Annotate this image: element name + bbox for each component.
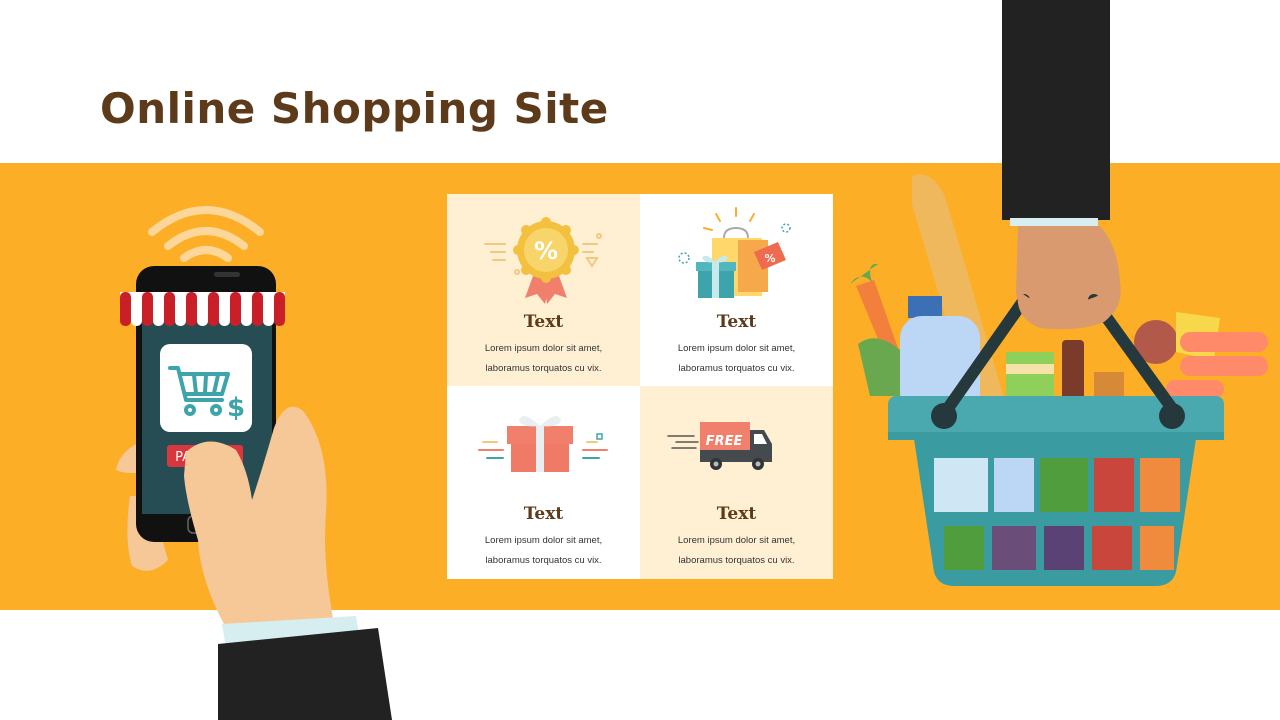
- sausage: [1180, 356, 1268, 376]
- discount-badge-icon: %: [484, 217, 602, 304]
- svg-text:%: %: [534, 237, 558, 265]
- suit-sleeve-top: [1002, 0, 1110, 220]
- feature-description: Lorem ipsum dolor sit amet, laboramus tor…: [484, 343, 603, 374]
- feature-description: Lorem ipsum dolor sit amet, laboramus tor…: [677, 343, 796, 374]
- feature-title: Text: [716, 504, 757, 524]
- feature-title: Text: [523, 504, 564, 524]
- feature-title: Text: [716, 312, 757, 332]
- feature-card-gift: Text Lorem ipsum dolor sit amet, laboramu…: [447, 386, 640, 579]
- shopping-bags-icon: %: [678, 207, 791, 298]
- sauce-bottle: [1062, 340, 1084, 404]
- svg-text:%: %: [764, 252, 775, 265]
- feature-title: Text: [523, 312, 564, 332]
- feature-card-shopping: % Text Lorem ipsum dolor sit amet, labora…: [640, 194, 833, 386]
- sausage: [1180, 332, 1268, 352]
- gift-box-icon: [478, 416, 608, 472]
- feature-card-delivery: FREE Text Lorem ipsum dolor sit amet, lab…: [640, 386, 833, 579]
- sausage: [1166, 380, 1224, 398]
- feature-description: Lorem ipsum dolor sit amet, laboramus tor…: [484, 535, 603, 566]
- truck-label: FREE: [706, 434, 743, 449]
- feature-grid: % Text Lorem ipsum dolor sit amet, labora…: [447, 194, 833, 579]
- feature-card-discount: % Text Lorem ipsum dolor sit amet, labora…: [447, 194, 640, 386]
- delivery-truck-icon: FREE: [667, 422, 772, 470]
- feature-description: Lorem ipsum dolor sit amet, laboramus tor…: [677, 535, 796, 566]
